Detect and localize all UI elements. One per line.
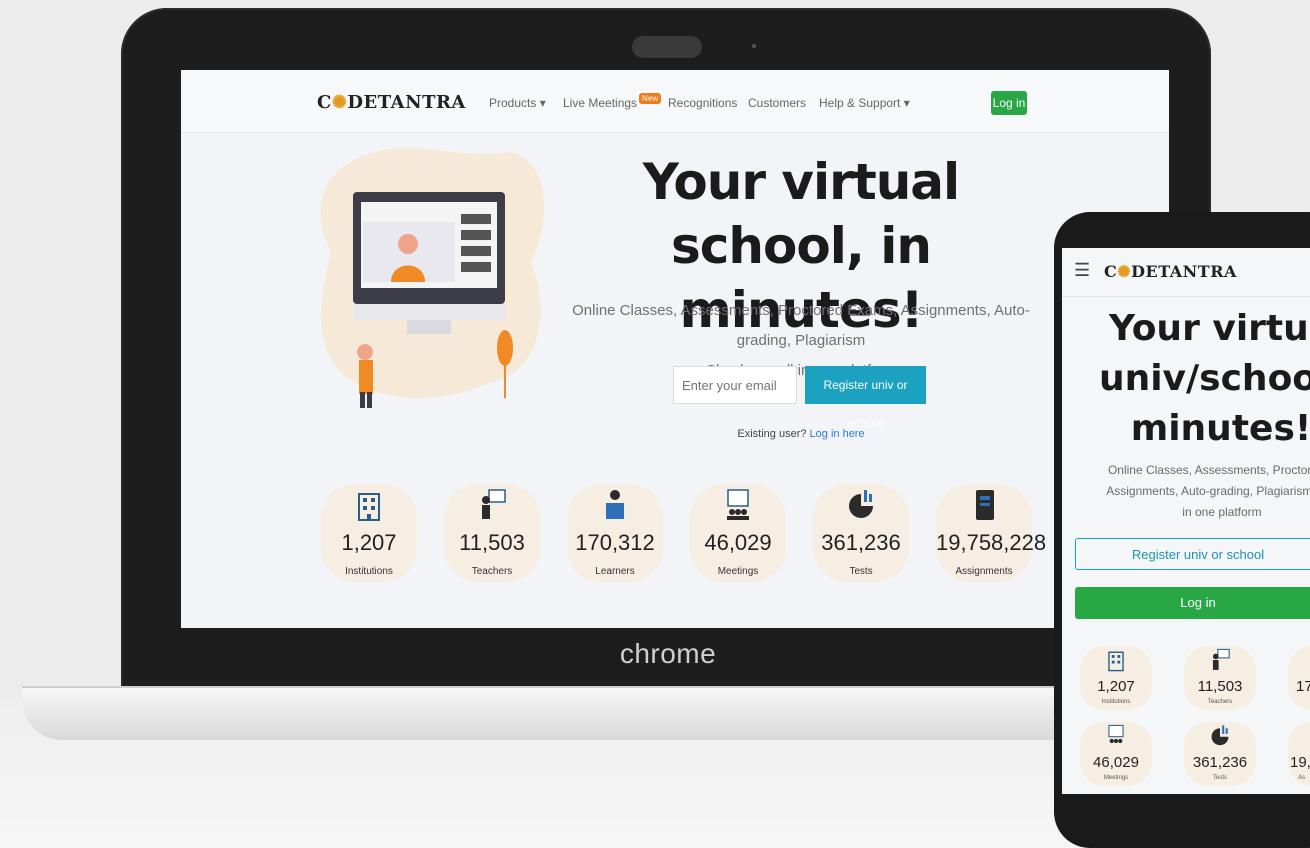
- hero-subtitle-line1: Online Classes, Assessments, Proctored E…: [572, 302, 1030, 349]
- phone-subtitle-line3: in one platform: [1182, 505, 1262, 519]
- stat-label: Teachers: [471, 566, 513, 577]
- building-icon: [358, 493, 380, 521]
- top-nav: C✺DETANTRA Products ▾ Live Meetings New R…: [181, 70, 1169, 133]
- nav-help-support[interactable]: Help & Support ▾: [819, 96, 910, 110]
- chart-icon: [849, 490, 873, 518]
- hero-illustration: [320, 148, 545, 408]
- phone-hero-subtitle: Online Classes, Assessments, Proctored E…: [1072, 460, 1310, 523]
- stat-label: Meetings: [717, 566, 759, 577]
- webcam: [632, 36, 702, 58]
- phone-subtitle-line1: Online Classes, Assessments, Proctored E: [1107, 463, 1310, 477]
- stat-value: 11,503: [1197, 678, 1243, 695]
- stat-label: Assignments: [955, 566, 1013, 577]
- stat-value: 46,029: [1093, 754, 1139, 771]
- stat-value: 1,207: [1097, 678, 1135, 695]
- meeting-icon: [727, 489, 749, 520]
- stat-card: 46,029 Meetings: [690, 484, 786, 582]
- chart-icon: [1211, 725, 1229, 746]
- stat-card: 361,236 Tests: [813, 484, 909, 582]
- stat-card: 1,207 Institutions: [321, 484, 417, 582]
- email-input[interactable]: [673, 366, 797, 404]
- stat-value: 361,236: [821, 530, 901, 555]
- webcam-light: [752, 44, 756, 48]
- stat-value: 170,312: [575, 530, 655, 555]
- phone-screen: ☰ C✺DETANTRA Your virtua univ/school, mi…: [1062, 248, 1310, 794]
- stat-value: 1,207: [341, 530, 397, 555]
- hero-subtitle: Online Classes, Assessments, Proctored E…: [561, 296, 1041, 386]
- phone-title-line3: minutes!: [1130, 408, 1310, 449]
- phone-stat-card: 11,503 Teachers: [1184, 646, 1256, 710]
- stat-label: Institutions: [1101, 699, 1131, 705]
- hero-title-line1: Your virtual school, in: [642, 153, 960, 275]
- nav-customers[interactable]: Customers: [748, 96, 806, 110]
- stat-card: 11,503 Teachers: [444, 484, 540, 582]
- stat-label: Teachers: [1207, 699, 1233, 705]
- nav-products[interactable]: Products ▾: [489, 96, 546, 110]
- phone-stat-card: 361,236 Tests: [1184, 722, 1256, 786]
- stat-label: Institutions: [345, 566, 393, 577]
- login-here-link[interactable]: Log in here: [810, 428, 865, 440]
- hamburger-menu-icon[interactable]: ☰: [1074, 260, 1090, 281]
- login-button[interactable]: Log in: [991, 91, 1027, 115]
- phone-hero-title: Your virtua univ/school, minutes!: [1062, 304, 1310, 454]
- stat-value: 17: [1296, 678, 1310, 695]
- notebook-icon: [976, 490, 994, 520]
- phone-stat-card: 46,029 Meetings: [1080, 722, 1152, 786]
- teacher-icon: [482, 489, 506, 519]
- learner-icon: [606, 490, 624, 519]
- stat-card: 170,312 Learners: [567, 484, 663, 582]
- existing-user-label: Existing user?: [737, 428, 807, 440]
- phone-subtitle-line2: Assignments, Auto-grading, Plagiarism Ch…: [1106, 484, 1310, 498]
- stat-value: 11,503: [459, 530, 525, 555]
- stat-label: Learners: [595, 566, 635, 577]
- teacher-icon: [1212, 648, 1230, 670]
- chrome-brand-label: chrome: [619, 638, 717, 669]
- laptop-base: [22, 688, 1102, 740]
- new-badge: New: [639, 93, 662, 104]
- phone-register-button[interactable]: Register univ or school: [1075, 538, 1310, 570]
- laptop-screen: C✺DETANTRA Products ▾ Live Meetings New R…: [181, 70, 1169, 628]
- phone-title-line2: univ/school,: [1098, 358, 1310, 399]
- existing-user-text: Existing user? Log in here: [701, 428, 901, 440]
- stat-value: 361,236: [1192, 754, 1248, 771]
- building-icon: [1108, 651, 1124, 672]
- phone-title-line1: Your virtua: [1108, 308, 1310, 349]
- stat-label: As: [1298, 775, 1306, 781]
- phone-nav: ☰ C✺DETANTRA: [1062, 248, 1310, 297]
- stat-value: 19,758,228: [936, 530, 1047, 555]
- nav-recognitions[interactable]: Recognitions: [668, 96, 737, 110]
- hero-subtitle-line2: Checks — all in one platform: [705, 362, 897, 379]
- nav-live-meetings-label: Live Meetings: [563, 96, 638, 110]
- phone-stat-card: 17: [1288, 646, 1310, 710]
- codetantra-logo[interactable]: C✺DETANTRA: [317, 92, 466, 113]
- phone-login-button[interactable]: Log in: [1075, 587, 1310, 619]
- phone-stat-card: 19, As: [1288, 722, 1310, 786]
- stat-value: 19,: [1290, 754, 1310, 771]
- stat-card: 19,758,228 Assignments: [936, 484, 1047, 582]
- stat-label: Tests: [849, 566, 873, 577]
- nav-live-meetings[interactable]: Live Meetings New: [563, 93, 662, 110]
- phone-stat-card: 1,207 Institutions: [1080, 646, 1152, 710]
- register-button[interactable]: Register univ or school: [805, 366, 926, 430]
- stat-label: Tests: [1212, 775, 1227, 781]
- stat-value: 46,029: [704, 530, 772, 555]
- meeting-icon: [1108, 724, 1124, 744]
- stat-label: Meetings: [1103, 775, 1129, 781]
- phone-logo[interactable]: C✺DETANTRA: [1104, 262, 1237, 281]
